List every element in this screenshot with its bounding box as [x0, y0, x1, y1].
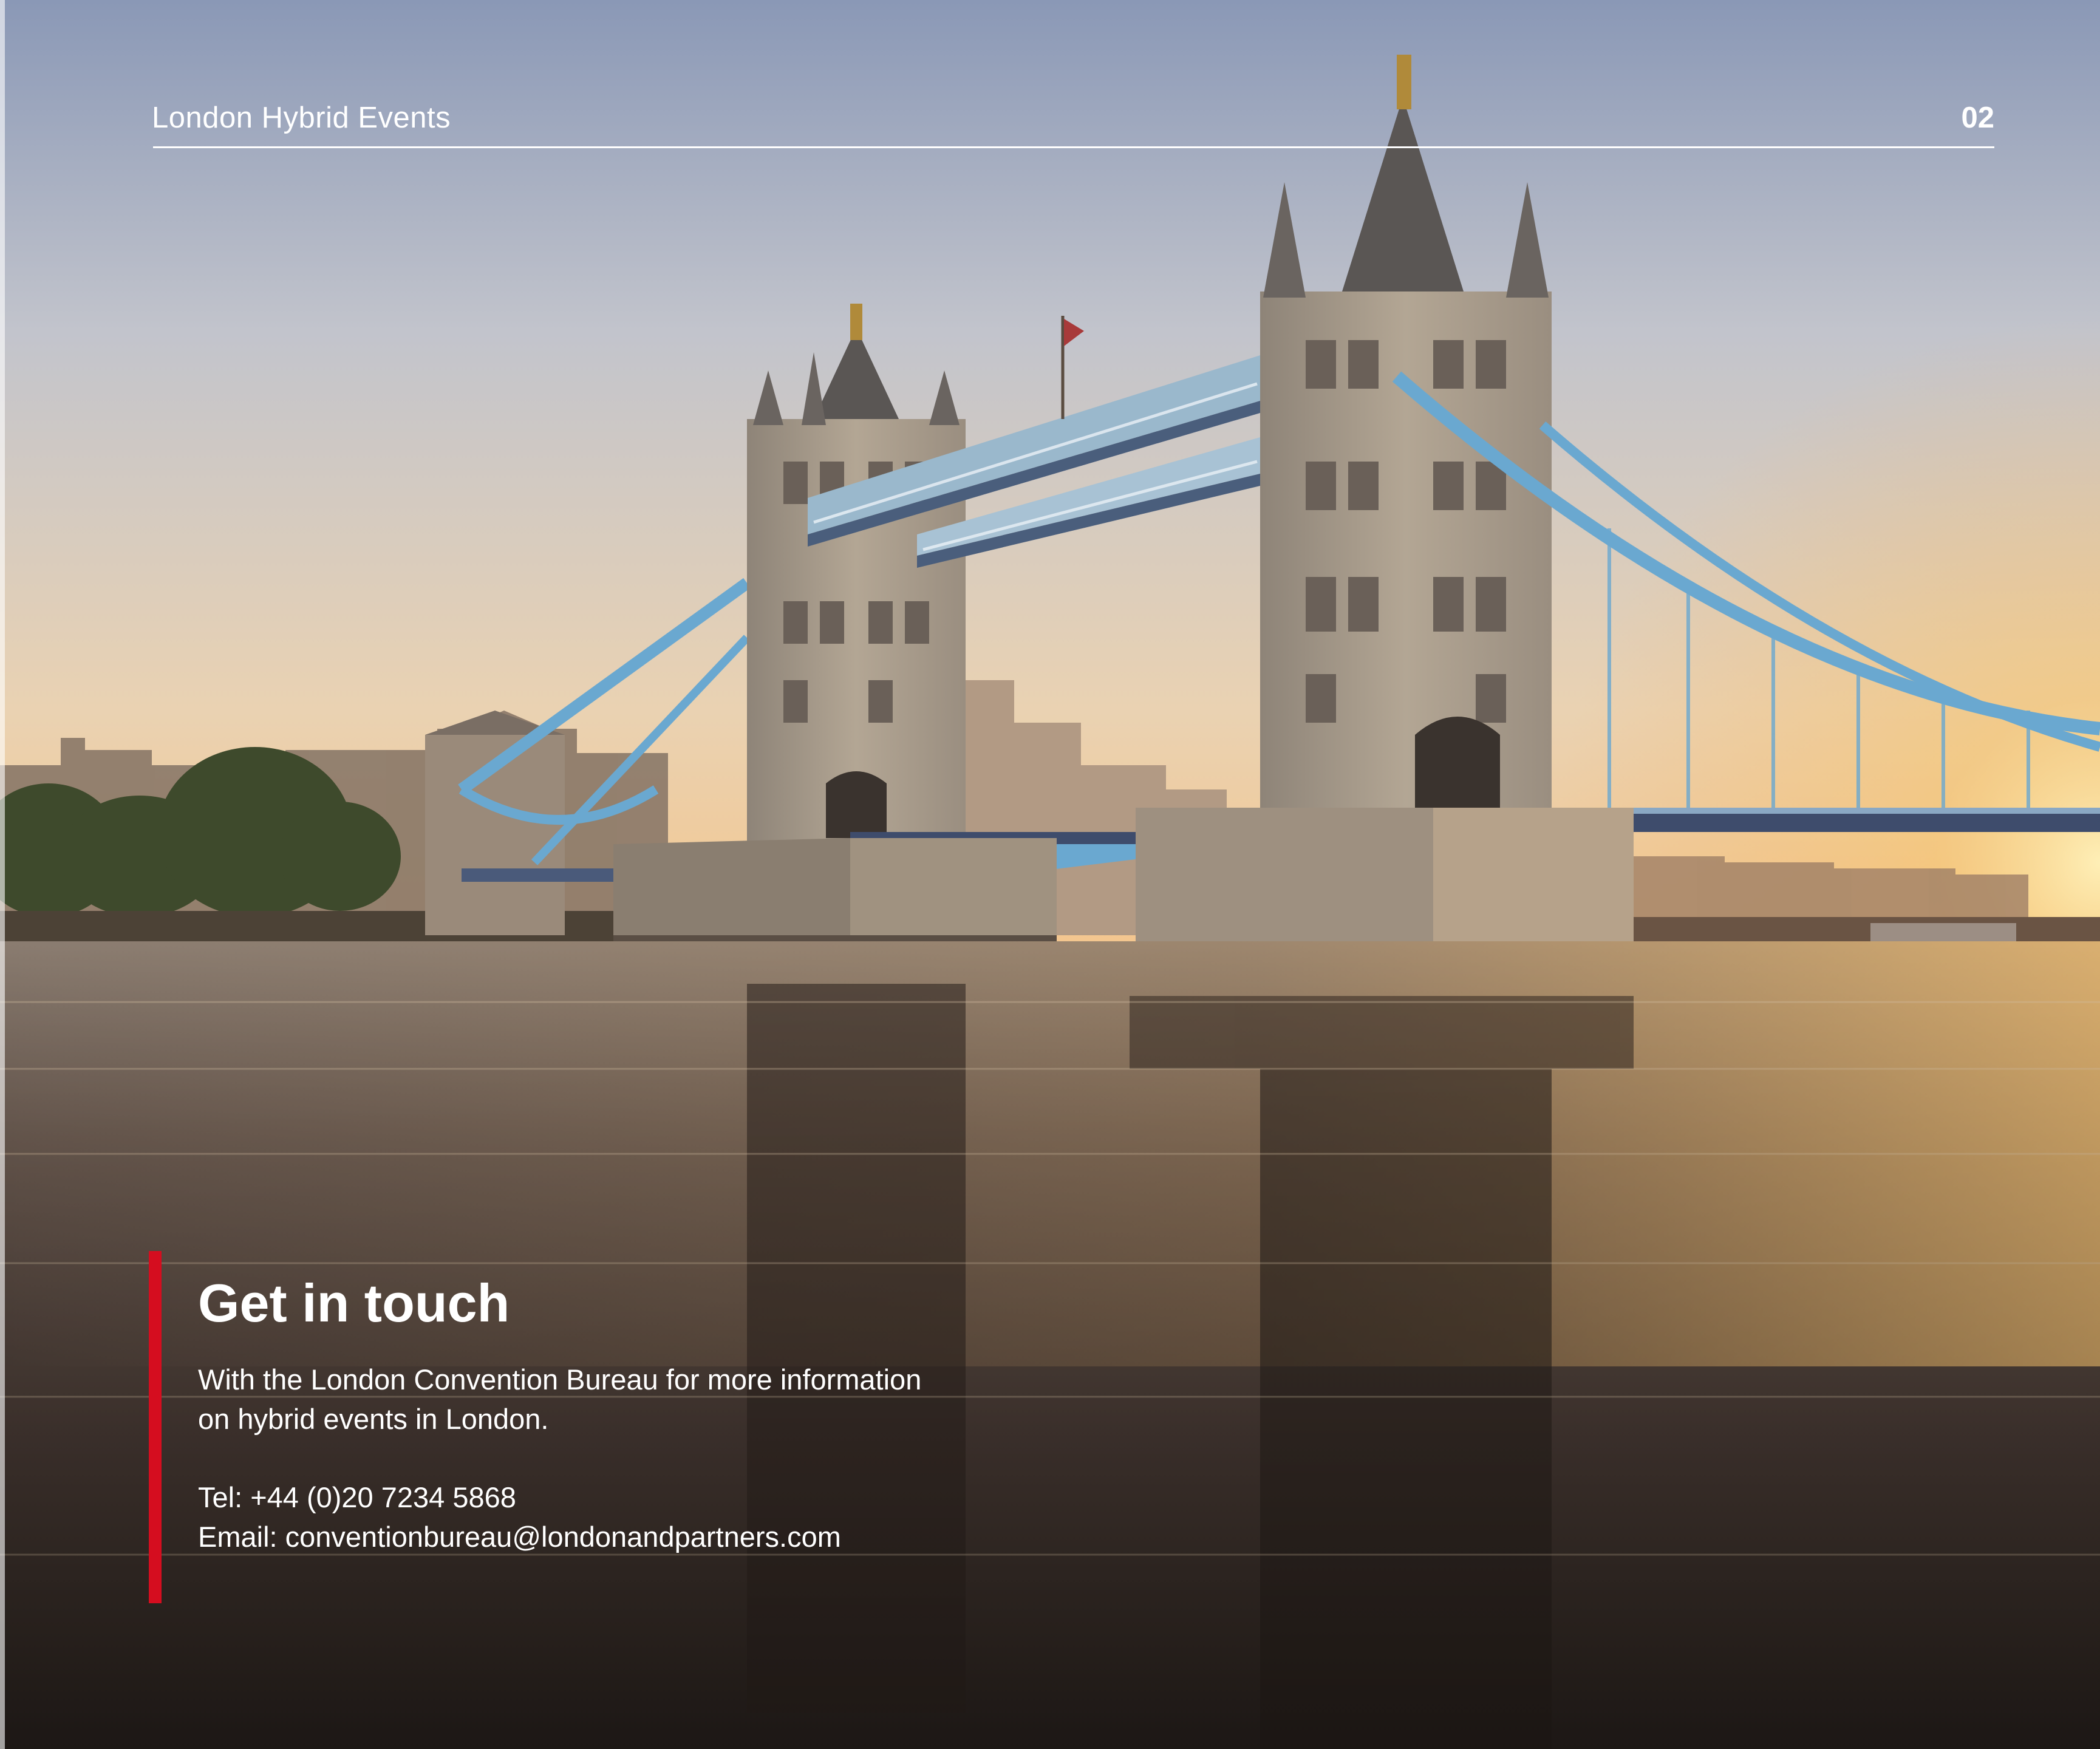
- contact-spacer: [198, 1439, 1109, 1478]
- page-number: 02: [1961, 101, 1994, 134]
- contact-intro-line2: on hybrid events in London.: [198, 1403, 549, 1436]
- header-divider: [153, 146, 1994, 148]
- contact-email: Email: conventionbureau@londonandpartner…: [198, 1520, 841, 1553]
- contact-telephone: Tel: +44 (0)20 7234 5868: [198, 1481, 516, 1514]
- contact-heading: Get in touch: [198, 1273, 510, 1333]
- accent-bar: [149, 1251, 162, 1603]
- contact-block: Get in touch With the London Convention …: [198, 1275, 1109, 1557]
- contact-intro-line1: With the London Convention Bureau for mo…: [198, 1363, 922, 1396]
- document-title: London Hybrid Events: [152, 101, 451, 134]
